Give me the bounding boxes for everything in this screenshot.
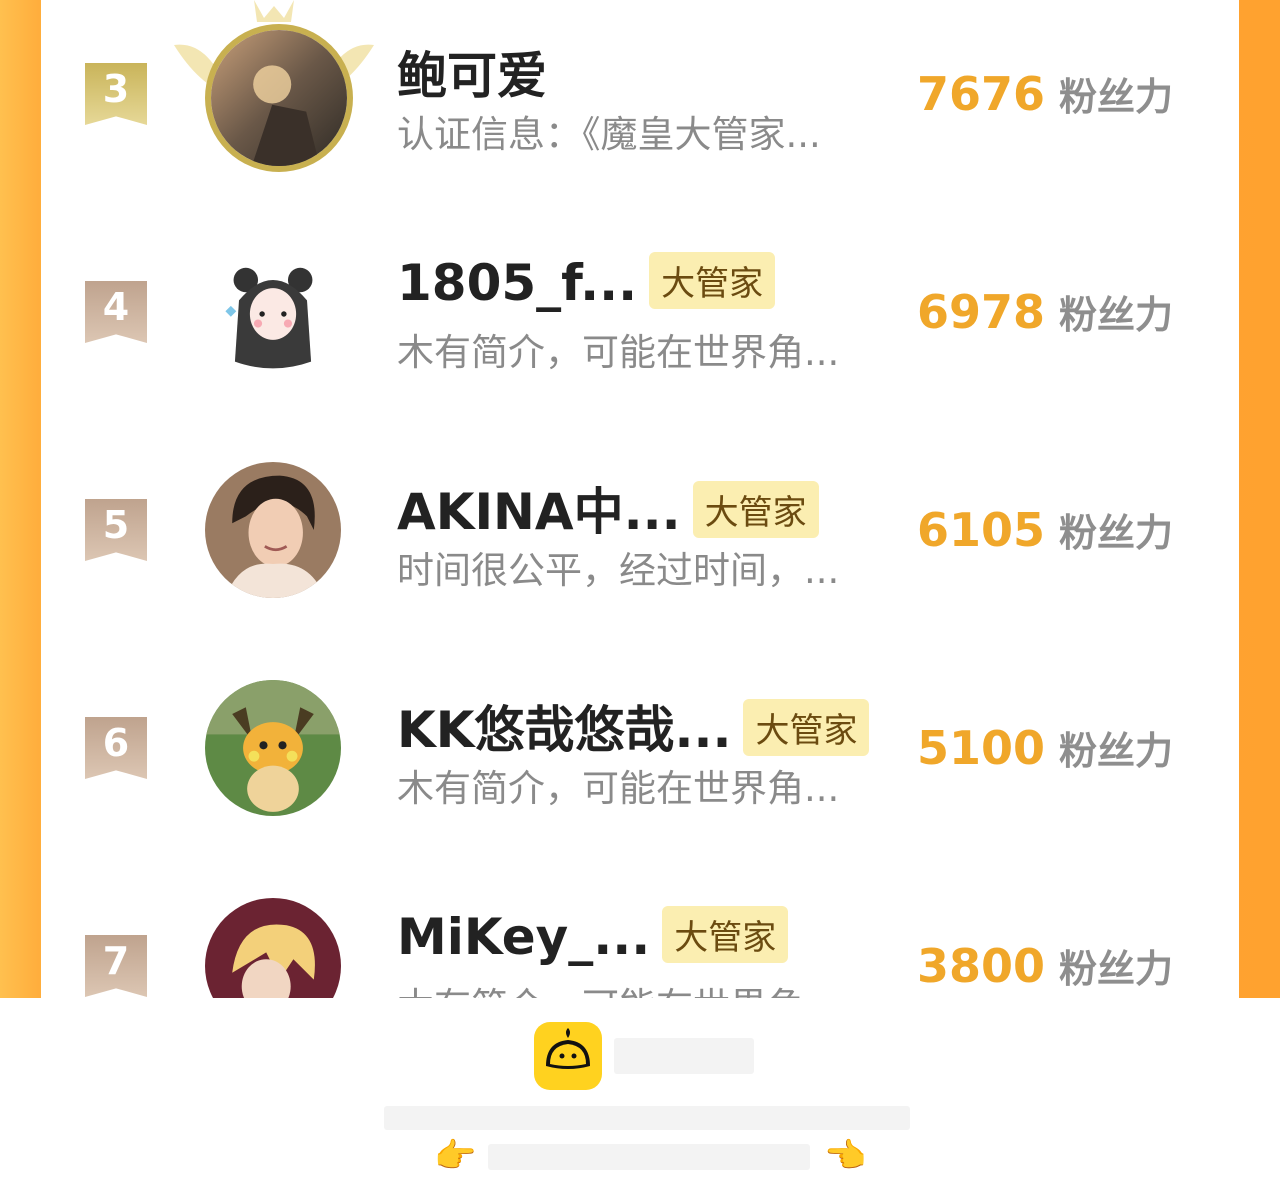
score-value: 3800	[917, 939, 1046, 993]
sunset-photo-avatar	[211, 30, 347, 166]
user-name-text[interactable]: KK悠哉悠哉...	[397, 701, 731, 759]
role-badge: 大管家	[743, 699, 870, 756]
score-value: 7676	[917, 67, 1046, 121]
user-name[interactable]: 1805_f... 大管家	[397, 252, 776, 315]
rank-ribbon: 4	[85, 281, 147, 343]
leaderboard-row[interactable]: 4 1805_f... 大管家 木有简介，可能在世界角... 6978 粉丝力	[41, 218, 1239, 436]
pointing-right-icon: 👉	[434, 1136, 477, 1176]
user-name[interactable]: 鲍可爱	[397, 36, 547, 108]
fan-power-score: 6978 粉丝力	[917, 284, 1173, 339]
user-bio: 认证信息：《魔皇大管家...	[397, 113, 821, 156]
rank-ribbon: 7	[85, 935, 147, 997]
score-value: 6105	[917, 503, 1046, 557]
user-name-text[interactable]: 1805_f...	[397, 254, 637, 312]
role-badge: 大管家	[649, 252, 776, 309]
score-unit: 粉丝力	[1059, 293, 1174, 337]
user-bio: 木有简介，可能在世界角...	[397, 331, 840, 374]
score-unit: 粉丝力	[1059, 947, 1174, 991]
anime-blond-avatar	[205, 898, 341, 998]
leaderboard-row[interactable]: 3 鲍可爱 认证信息：《魔皇大管家... 7676 粉丝力	[41, 0, 1239, 218]
score-unit: 粉丝力	[1059, 75, 1174, 119]
score-unit: 粉丝力	[1059, 729, 1174, 773]
avatar[interactable]	[205, 246, 341, 382]
user-name-text[interactable]: AKINA中...	[397, 483, 681, 541]
redacted-text	[614, 1038, 754, 1074]
score-unit: 粉丝力	[1059, 511, 1174, 555]
rank-ribbon: 6	[85, 717, 147, 779]
user-name[interactable]: MiKey_... 大管家	[397, 906, 789, 969]
user-bio: 时间很公平，经过时间，...	[397, 549, 840, 592]
user-name[interactable]: KK悠哉悠哉... 大管家	[397, 690, 870, 762]
avatar[interactable]	[205, 462, 341, 598]
redacted-text	[488, 1144, 810, 1170]
leaderboard-row[interactable]: 6 KK悠哉悠哉... 大管家 木有简介，可能在世界角... 5100 粉丝力	[41, 654, 1239, 872]
avatar[interactable]	[205, 898, 341, 998]
pointing-left-icon: 👈	[824, 1136, 867, 1176]
score-value: 5100	[917, 721, 1046, 775]
bear-ears-girl-avatar	[205, 246, 341, 382]
leaderboard-row[interactable]: 5 AKINA中... 大管家 时间很公平，经过时间，... 6105 粉丝力	[41, 436, 1239, 654]
fan-power-score: 7676 粉丝力	[917, 66, 1173, 121]
smiling-woman-avatar	[205, 462, 341, 598]
leaderboard-frame: 3 鲍可爱 认证信息：《魔皇大管家... 7676 粉丝力 4 1805_f..…	[0, 0, 1280, 998]
role-badge: 大管家	[662, 906, 789, 963]
raichu-avatar	[205, 680, 341, 816]
fan-power-score: 6105 粉丝力	[917, 502, 1173, 557]
avatar[interactable]	[205, 680, 341, 816]
user-name-text[interactable]: MiKey_...	[397, 908, 650, 966]
fan-power-score: 3800 粉丝力	[917, 938, 1173, 993]
user-name[interactable]: AKINA中... 大管家	[397, 472, 819, 544]
fan-power-score: 5100 粉丝力	[917, 720, 1173, 775]
leaderboard-panel: 3 鲍可爱 认证信息：《魔皇大管家... 7676 粉丝力 4 1805_f..…	[41, 0, 1239, 998]
bun-app-icon[interactable]	[534, 1022, 602, 1090]
redacted-text	[384, 1106, 910, 1130]
leaderboard-row[interactable]: 7 MiKey_...大管家 木有简介，可能在世界角... 3800 粉丝力	[41, 872, 1239, 998]
rank-ribbon: 5	[85, 499, 147, 561]
rank-ribbon: 3	[85, 63, 147, 125]
user-bio: 木有简介，可能在世界角...	[397, 976, 877, 998]
role-badge: 大管家	[692, 481, 819, 538]
avatar[interactable]	[205, 24, 353, 172]
user-bio: 木有简介，可能在世界角...	[397, 767, 840, 810]
footer: 👉 👈	[0, 998, 1280, 1199]
score-value: 6978	[917, 285, 1046, 339]
